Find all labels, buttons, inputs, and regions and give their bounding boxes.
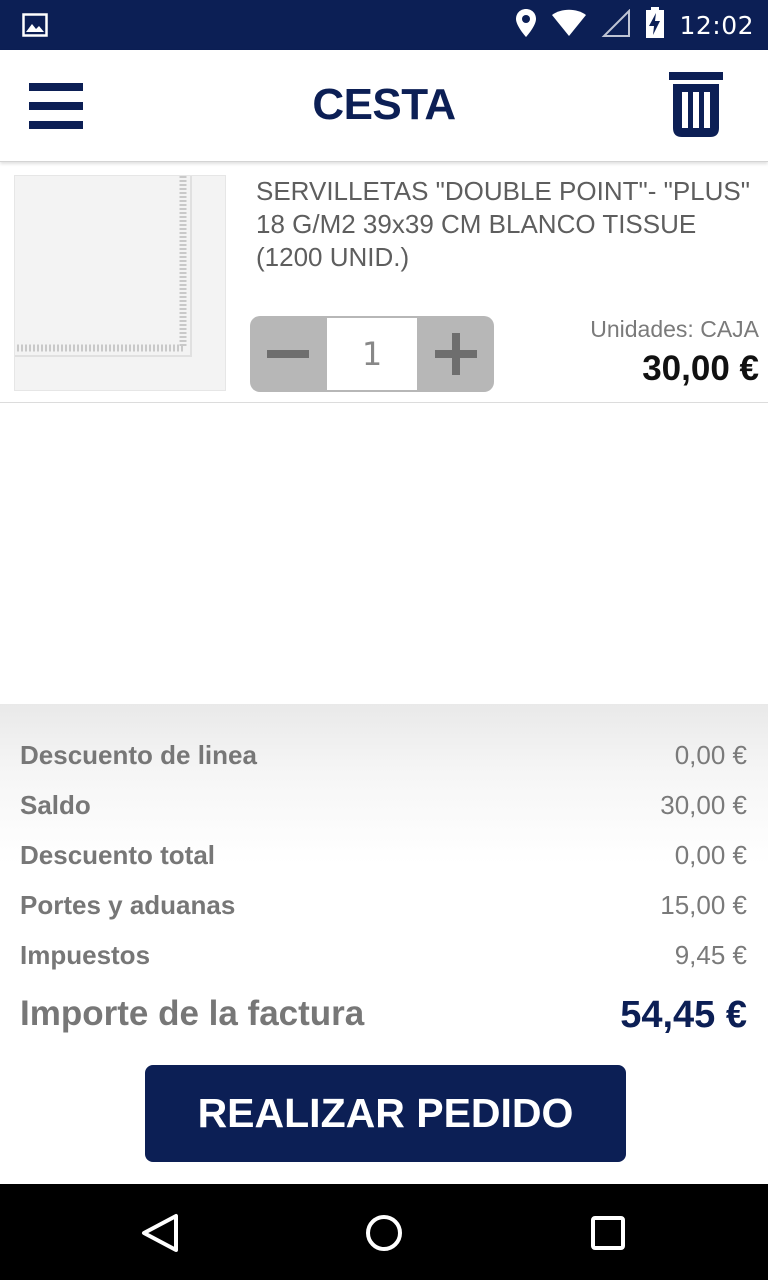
summary-row-taxes: Impuestos 9,45 € [20, 940, 747, 980]
summary-row-balance: Saldo 30,00 € [20, 790, 747, 830]
invoice-total-label: Importe de la factura [20, 994, 365, 1033]
page-title: CESTA [312, 80, 456, 129]
summary-row-line-discount: Descuento de linea 0,00 € [20, 740, 747, 780]
home-icon[interactable] [359, 1208, 409, 1258]
trash-icon[interactable] [668, 70, 724, 140]
invoice-total-value: 54,45 € [620, 994, 747, 1036]
image-icon [22, 13, 48, 41]
system-nav-bar [0, 1184, 768, 1280]
summary-row-total-discount: Descuento total 0,00 € [20, 840, 747, 880]
summary-value: 0,00 € [674, 740, 747, 770]
back-icon[interactable] [135, 1208, 185, 1258]
signal-icon [601, 8, 631, 41]
recents-icon[interactable] [583, 1208, 633, 1258]
app-bar: CESTA [0, 50, 768, 162]
summary-label: Impuestos [20, 940, 151, 970]
summary-value: 9,45 € [674, 940, 747, 970]
summary-row-shipping: Portes y aduanas 15,00 € [20, 890, 747, 930]
decrease-quantity-button[interactable] [250, 316, 326, 392]
status-bar: 12:02 [0, 0, 768, 50]
battery-charging-icon [645, 7, 665, 43]
summary-label: Portes y aduanas [20, 890, 236, 920]
summary-row-invoice-total: Importe de la factura 54,45 € [20, 994, 747, 1040]
summary-value: 0,00 € [674, 840, 747, 870]
summary-value: 30,00 € [660, 790, 747, 820]
summary-label: Saldo [20, 790, 91, 820]
product-units: Unidades: CAJA [590, 316, 759, 342]
order-summary: Descuento de linea 0,00 € Saldo 30,00 € … [0, 704, 768, 1184]
status-time: 12:02 [679, 10, 754, 40]
cart-item[interactable]: SERVILLETAS "DOUBLE POINT"- "PLUS" 18 G/… [0, 163, 768, 403]
wifi-icon [551, 9, 587, 41]
summary-label: Descuento de linea [20, 740, 257, 770]
product-name: SERVILLETAS "DOUBLE POINT"- "PLUS" 18 G/… [256, 176, 750, 272]
place-order-button[interactable]: REALIZAR PEDIDO [145, 1065, 626, 1162]
quantity-stepper: 1 [250, 316, 494, 392]
increase-quantity-button[interactable] [418, 316, 494, 392]
quantity-input[interactable]: 1 [327, 318, 417, 390]
product-image[interactable] [14, 175, 226, 391]
summary-value: 15,00 € [660, 890, 747, 920]
product-price: 30,00 € [642, 349, 759, 388]
summary-label: Descuento total [20, 840, 216, 870]
location-icon [515, 8, 537, 42]
